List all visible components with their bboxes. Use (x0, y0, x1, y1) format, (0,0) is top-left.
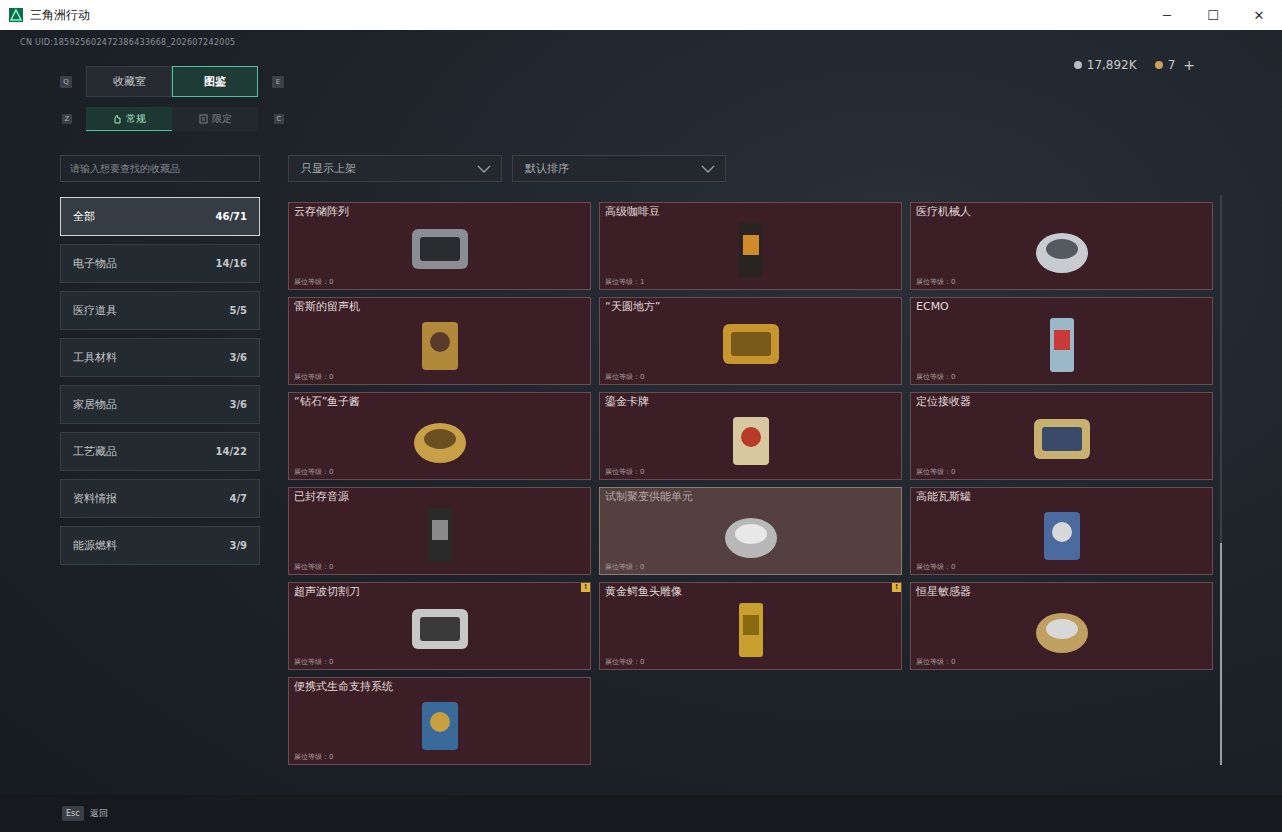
coin-icon (1155, 61, 1163, 69)
item-image-icon (392, 597, 488, 661)
key-hint: Z (62, 114, 72, 124)
category-item[interactable]: 电子物品14/16 (60, 244, 260, 283)
key-hint: C (274, 114, 284, 124)
scrollbar-thumb[interactable] (1220, 543, 1222, 765)
key-hint: Esc (62, 806, 84, 821)
chevron-down-icon (701, 165, 715, 173)
item-image-icon (1014, 597, 1110, 661)
item-card[interactable]: 便携式生命支持系统 展位等级：0 (288, 677, 591, 765)
alert-badge: ! (892, 583, 901, 592)
uid-label: CN UID:185925602472386433668_20260724200… (20, 38, 284, 50)
filter-bar: 只显示上架 默认排序 (288, 155, 1212, 182)
add-button[interactable]: + (1183, 58, 1195, 72)
item-image-icon (392, 692, 488, 756)
logo-icon (9, 8, 23, 22)
item-image-icon (392, 502, 488, 566)
item-card[interactable]: 高级咖啡豆 展位等级：1 (599, 202, 902, 290)
item-image-icon (703, 597, 799, 661)
item-card[interactable]: 试制聚变供能单元 展位等级：0 (599, 487, 902, 575)
item-card[interactable]: 鎏金卡牌 展位等级：0 (599, 392, 902, 480)
item-image-icon (392, 312, 488, 376)
subtab-bar: Z 常规 限定 C (60, 107, 284, 131)
window-control-button[interactable]: ☐ (1190, 0, 1236, 30)
item-image-icon (1014, 312, 1110, 376)
dropdown[interactable]: 只显示上架 (288, 155, 502, 182)
alert-badge: ! (581, 583, 590, 592)
collection-panel: 只显示上架 默认排序 云存储阵列 展位等级：0高级咖啡豆 展位等级：1医疗机械人… (288, 155, 1212, 795)
category-item[interactable]: 资料情报4/7 (60, 479, 260, 518)
currency-bar: 17,892K 7 + (1074, 58, 1195, 131)
subtab[interactable]: 常规 (86, 107, 172, 131)
item-card[interactable]: 黄金鳄鱼头雕像 ! 展位等级：0 (599, 582, 902, 670)
tab[interactable]: 收藏室 (86, 66, 172, 97)
item-image-icon (703, 217, 799, 281)
item-image-icon (703, 312, 799, 376)
window-controls: ─☐✕ (1144, 0, 1282, 30)
back-button[interactable]: 返回 (90, 807, 108, 820)
dropdown[interactable]: 默认排序 (512, 155, 726, 182)
tab-bar: Q 收藏室图鉴 E (60, 66, 284, 97)
category-item[interactable]: 全部46/71 (60, 197, 260, 236)
main-area: CN UID:185925602472386433668_20260724200… (0, 30, 1282, 795)
category-item[interactable]: 能源燃料3/9 (60, 526, 260, 565)
chevron-down-icon (477, 165, 491, 173)
category-item[interactable]: 工具材料3/6 (60, 338, 260, 377)
title-bar: 三角洲行动 ─☐✕ (0, 0, 1282, 30)
item-grid: 云存储阵列 展位等级：0高级咖啡豆 展位等级：1医疗机械人 展位等级：0 雷斯的留… (288, 202, 1212, 765)
coin-icon (1074, 61, 1082, 69)
window-title: 三角洲行动 (30, 7, 90, 24)
scrollbar[interactable] (1220, 195, 1222, 765)
category-item[interactable]: 家居物品3/6 (60, 385, 260, 424)
subtab[interactable]: 限定 (172, 107, 258, 131)
item-card[interactable]: 已封存音源 展位等级：0 (288, 487, 591, 575)
header: CN UID:185925602472386433668_20260724200… (60, 38, 1222, 131)
item-image-icon (703, 502, 799, 566)
regular-icon (113, 114, 122, 124)
item-image-icon (1014, 217, 1110, 281)
item-card[interactable]: 医疗机械人 展位等级：0 (910, 202, 1213, 290)
item-card[interactable]: 超声波切割刀 ! 展位等级：0 (288, 582, 591, 670)
window-control-button[interactable]: ✕ (1236, 0, 1282, 30)
key-hint: Q (60, 76, 72, 88)
key-hint: E (272, 76, 284, 88)
item-image-icon (392, 407, 488, 471)
category-item[interactable]: 医疗道具5/5 (60, 291, 260, 330)
item-card[interactable]: 恒星敏感器 展位等级：0 (910, 582, 1213, 670)
window-control-button[interactable]: ─ (1144, 0, 1190, 30)
item-image-icon (703, 407, 799, 471)
tab[interactable]: 图鉴 (172, 66, 258, 97)
item-card[interactable]: ECMO 展位等级：0 (910, 297, 1213, 385)
item-card[interactable]: 云存储阵列 展位等级：0 (288, 202, 591, 290)
content: 请输入想要查找的收藏品 全部46/71 电子物品14/16 医疗道具5/5 工具材料3… (60, 155, 1222, 795)
item-image-icon (1014, 407, 1110, 471)
search-field[interactable]: 请输入想要查找的收藏品 (60, 155, 260, 182)
item-card[interactable]: “天圆地方” 展位等级：0 (599, 297, 902, 385)
item-card[interactable]: “钻石”鱼子酱 展位等级：0 (288, 392, 591, 480)
game-window: 三角洲行动 ─☐✕ CN UID:185925602472386433668_2… (0, 0, 1282, 832)
item-image-icon (1014, 502, 1110, 566)
footer: Esc 返回 (0, 795, 1282, 832)
currency: 7 (1155, 58, 1176, 72)
item-card[interactable]: 雷斯的留声机 展位等级：0 (288, 297, 591, 385)
sidebar: 请输入想要查找的收藏品 全部46/71 电子物品14/16 医疗道具5/5 工具材料3… (60, 155, 260, 795)
limited-icon (199, 114, 208, 124)
category-item[interactable]: 工艺藏品14/22 (60, 432, 260, 471)
currency: 17,892K (1074, 58, 1137, 72)
item-card[interactable]: 高能瓦斯罐 展位等级：0 (910, 487, 1213, 575)
item-image-icon (392, 217, 488, 281)
item-card[interactable]: 定位接收器 展位等级：0 (910, 392, 1213, 480)
